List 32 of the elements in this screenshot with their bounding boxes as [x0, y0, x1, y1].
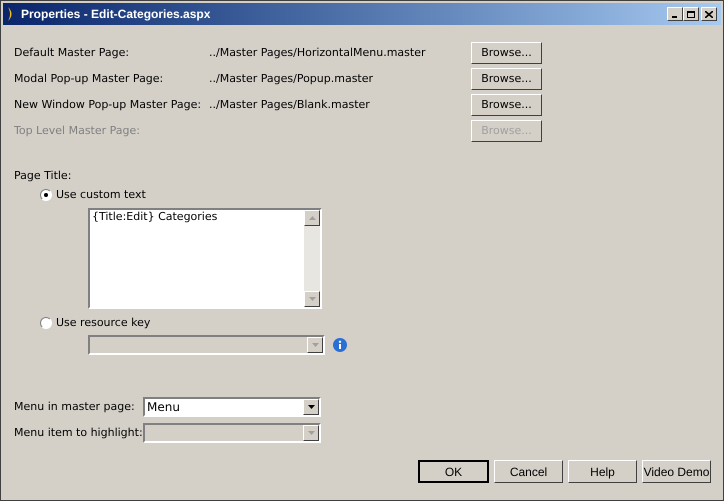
radio-label: Use custom text [56, 188, 146, 202]
field-label: New Window Pop-up Master Page: [14, 98, 202, 112]
minimize-button[interactable] [667, 7, 683, 21]
text-area[interactable]: {Title:Edit} Categories [88, 208, 322, 309]
field-label: Menu item to highlight: [14, 426, 143, 440]
field-label: Modal Pop-up Master Page: [14, 72, 164, 86]
radio-label: Use resource key [56, 316, 150, 330]
browse-button[interactable]: Browse... [471, 94, 542, 116]
radio-button[interactable] [40, 189, 52, 201]
dropdown-field[interactable]: Menu [143, 397, 321, 417]
text-value: {Title:Edit} Categories [91, 210, 218, 224]
field-label: Default Master Page: [14, 46, 130, 60]
field-label: Menu in master page: [14, 400, 136, 414]
dialog-button[interactable]: Video Demo [642, 460, 711, 483]
section-label: Page Title: [14, 169, 72, 183]
dialog-button[interactable]: OK [418, 460, 489, 483]
scrollbar[interactable] [304, 210, 320, 307]
file-path: ../Master Pages/Popup.master [209, 72, 374, 86]
field-label: Top Level Master Page: [14, 124, 141, 138]
radio-button[interactable] [40, 317, 52, 329]
browse-button[interactable]: Browse... [471, 42, 542, 64]
dialog-button[interactable]: Help [568, 460, 637, 483]
window-title: Properties - Edit-Categories.aspx [21, 7, 210, 21]
close-icon [705, 10, 713, 18]
file-path: ../Master Pages/Blank.master [209, 98, 371, 112]
close-button[interactable] [701, 7, 717, 21]
browse-button[interactable]: Browse... [471, 68, 542, 90]
info-icon[interactable] [333, 338, 347, 352]
maximize-icon [687, 10, 695, 18]
file-path: ../Master Pages/HorizontalMenu.master [209, 46, 426, 60]
dialog-button[interactable]: Cancel [494, 460, 563, 483]
maximize-button[interactable] [683, 7, 699, 21]
